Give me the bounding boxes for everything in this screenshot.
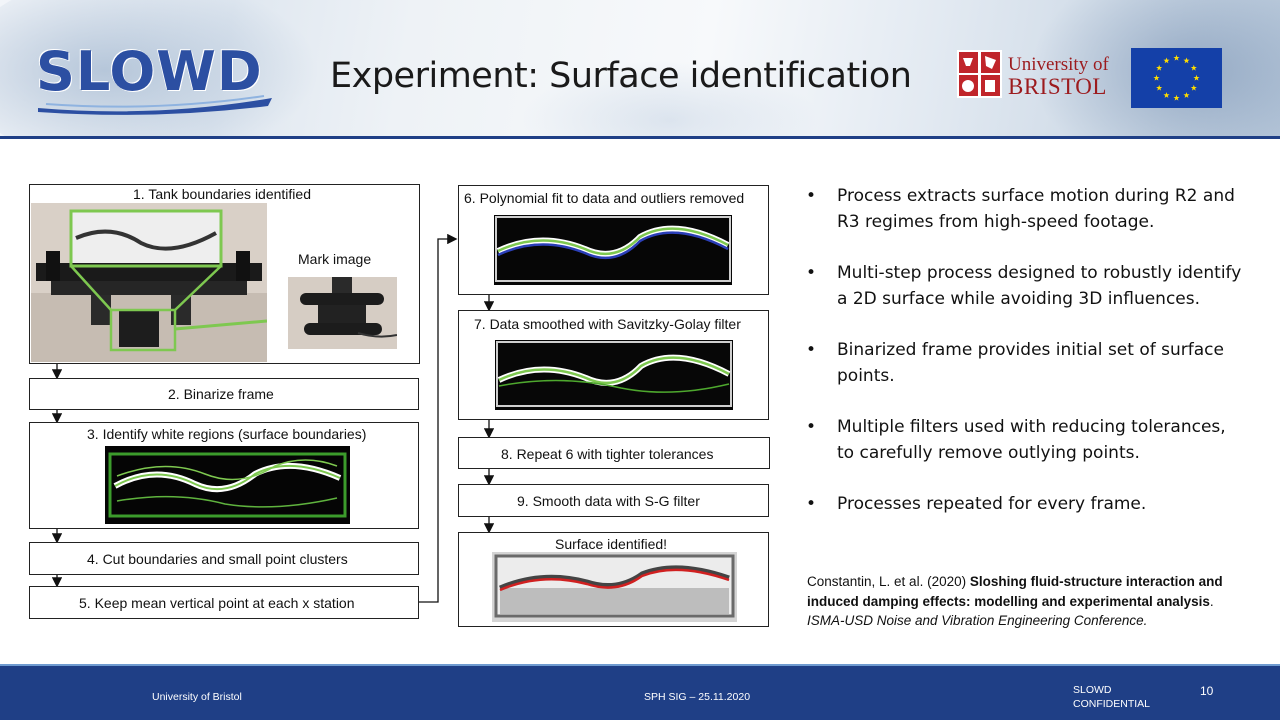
bullet-marker: • bbox=[806, 186, 817, 206]
reference-venue: ISMA-USD Noise and Vibration Engineering… bbox=[807, 613, 1148, 628]
university-wordmark-line2: BRISTOL bbox=[1008, 74, 1107, 99]
university-wordmark: University of BRISTOL bbox=[1008, 54, 1109, 98]
eu-star-icon bbox=[1153, 74, 1160, 81]
bullet-item: • Process extracts surface motion during … bbox=[806, 184, 1246, 235]
bullet-text: Binarized frame provides initial set of … bbox=[837, 340, 1224, 386]
mark-image-label: Mark image bbox=[298, 251, 372, 267]
page-number: 10 bbox=[1200, 684, 1214, 698]
step8-label: 8. Repeat 6 with tighter tolerances bbox=[501, 446, 714, 462]
result-label: Surface identified! bbox=[555, 536, 668, 552]
bullet-text: Multi-step process designed to robustly … bbox=[837, 263, 1242, 309]
footer-confidential: CONFIDENTIAL bbox=[1073, 698, 1151, 710]
mark-image-photo bbox=[288, 277, 397, 349]
arrow-5-6 bbox=[418, 233, 458, 603]
reference-citation: Constantin, L. et al. (2020) Sloshing fl… bbox=[807, 574, 1223, 628]
footer-event-date: SPH SIG – 25.11.2020 bbox=[644, 691, 751, 703]
bullet-list: • Process extracts surface motion during … bbox=[806, 184, 1246, 544]
eu-star-icon bbox=[1163, 92, 1170, 98]
bullet-item: • Multiple filters used with reducing tol… bbox=[806, 415, 1246, 466]
bullet-marker: • bbox=[806, 494, 817, 514]
bullet-marker: • bbox=[806, 263, 817, 283]
tank-photo bbox=[31, 203, 267, 362]
slide-title: Experiment: Surface identification bbox=[330, 56, 912, 96]
footer-project: SLOWD bbox=[1073, 684, 1112, 696]
eu-flag-icon bbox=[1131, 48, 1222, 108]
university-crest-icon bbox=[957, 50, 1002, 98]
bullet-item: • Binarized frame provides initial set of… bbox=[806, 338, 1246, 389]
step2-label: 2. Binarize frame bbox=[168, 386, 274, 402]
white-regions-image bbox=[105, 446, 350, 524]
bullet-text: Process extracts surface motion during R… bbox=[837, 186, 1235, 232]
eu-star-icon bbox=[1183, 57, 1190, 64]
header-divider bbox=[0, 136, 1280, 139]
step4-label: 4. Cut boundaries and small point cluste… bbox=[87, 551, 348, 567]
reference-authors: Constantin, L. et al. (2020) bbox=[807, 574, 967, 589]
eu-star-icon bbox=[1183, 92, 1190, 98]
eu-star-icon bbox=[1193, 74, 1200, 81]
bullet-item: • Multi-step process designed to robustly… bbox=[806, 261, 1246, 312]
surface-identified-image bbox=[492, 552, 737, 622]
bullet-item: • Processes repeated for every frame. bbox=[806, 492, 1246, 518]
eu-star-icon bbox=[1190, 84, 1197, 91]
polynomial-fit-image bbox=[490, 209, 735, 289]
eu-star-icon bbox=[1173, 94, 1180, 101]
step7-label: 7. Data smoothed with Savitzky-Golay fil… bbox=[474, 316, 741, 332]
eu-star-icon bbox=[1190, 64, 1197, 71]
bullet-text: Multiple filters used with reducing tole… bbox=[837, 417, 1226, 463]
bullet-marker: • bbox=[806, 417, 817, 437]
bullet-text: Processes repeated for every frame. bbox=[837, 494, 1147, 514]
eu-star-icon bbox=[1156, 84, 1163, 91]
step1-label: 1. Tank boundaries identified bbox=[133, 186, 311, 202]
eu-star-icon bbox=[1173, 54, 1180, 61]
step5-label: 5. Keep mean vertical point at each x st… bbox=[79, 595, 355, 611]
university-wordmark-line1: University of bbox=[1008, 54, 1109, 75]
step3-label: 3. Identify white regions (surface bound… bbox=[87, 426, 367, 442]
logo-swoosh-icon bbox=[38, 95, 272, 115]
savitzky-golay-image bbox=[491, 336, 736, 414]
eu-star-icon bbox=[1163, 57, 1170, 64]
step6-label: 6. Polynomial fit to data and outliers r… bbox=[464, 190, 745, 206]
eu-star-icon bbox=[1156, 64, 1163, 71]
step9-label: 9. Smooth data with S-G filter bbox=[517, 493, 700, 509]
footer-organisation: University of Bristol bbox=[152, 691, 242, 703]
bullet-marker: • bbox=[806, 340, 817, 360]
